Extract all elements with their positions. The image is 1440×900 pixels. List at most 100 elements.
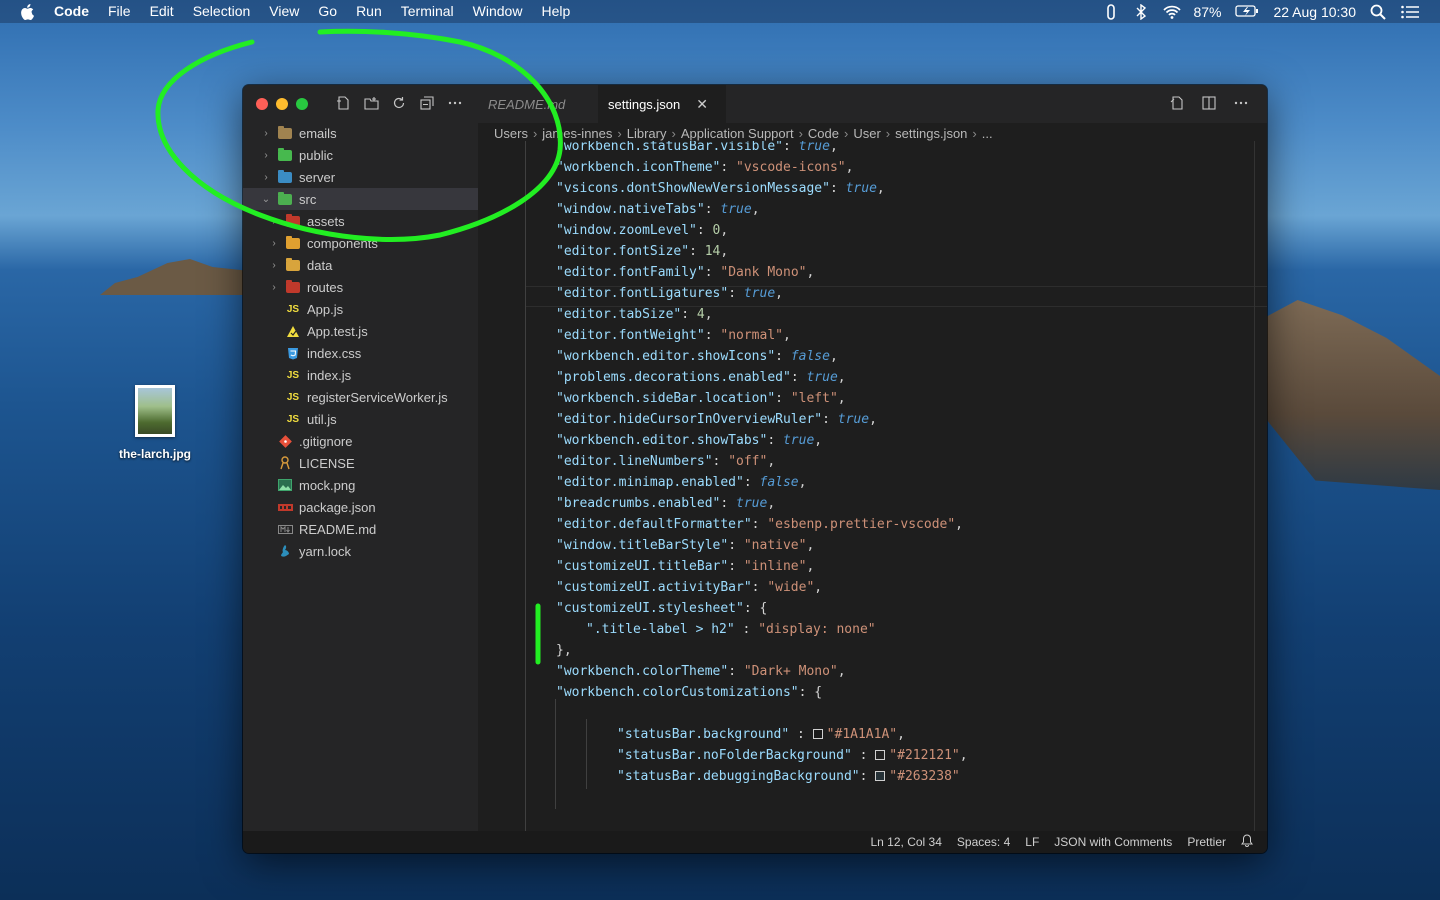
tree-folder-components[interactable]: › components	[243, 232, 478, 254]
menu-file[interactable]: File	[108, 0, 131, 23]
code-line[interactable]: "window.titleBarStyle": "native",	[556, 535, 814, 556]
tab-readme[interactable]: README.md	[478, 85, 598, 123]
paperclip-icon[interactable]	[1103, 3, 1119, 20]
tree-file-readme-md[interactable]: README.md	[243, 518, 478, 540]
code-line[interactable]: "workbench.sideBar.location": "left",	[556, 388, 846, 409]
open-settings-ui-icon[interactable]	[1169, 95, 1185, 111]
code-line[interactable]: "statusBar.noFolderBackground" : "#21212…	[617, 745, 968, 766]
apple-logo-icon[interactable]	[18, 3, 36, 21]
menu-run[interactable]: Run	[356, 0, 382, 23]
code-line[interactable]: "editor.tabSize": 4,	[556, 304, 713, 325]
language-mode[interactable]: JSON with Comments	[1054, 835, 1172, 849]
close-window-button[interactable]	[256, 98, 268, 110]
menu-edit[interactable]: Edit	[150, 0, 174, 23]
tree-folder-data[interactable]: › data	[243, 254, 478, 276]
code-line[interactable]: "problems.decorations.enabled": true,	[556, 367, 846, 388]
code-line[interactable]: "editor.lineNumbers": "off",	[556, 451, 775, 472]
code-line[interactable]: "customizeUI.activityBar": "wide",	[556, 577, 822, 598]
tree-folder-routes[interactable]: › routes	[243, 276, 478, 298]
tree-file-index-js[interactable]: JS index.js	[243, 364, 478, 386]
color-swatch[interactable]	[875, 750, 886, 760]
code-line[interactable]: "workbench.editor.showTabs": true,	[556, 430, 822, 451]
breadcrumb-item[interactable]: Application Support	[681, 126, 794, 141]
breadcrumb-item[interactable]: User	[853, 126, 880, 141]
code-line[interactable]: "editor.fontSize": 14,	[556, 241, 728, 262]
tree-file-register-service-worker-js[interactable]: JS registerServiceWorker.js	[243, 386, 478, 408]
tree-folder-server[interactable]: › server	[243, 166, 478, 188]
indentation-setting[interactable]: Spaces: 4	[957, 835, 1010, 849]
code-line[interactable]: "workbench.editor.showIcons": false,	[556, 346, 838, 367]
code-line[interactable]: "window.nativeTabs": true,	[556, 199, 760, 220]
code-line[interactable]: "breadcrumbs.enabled": true,	[556, 493, 775, 514]
code-line[interactable]: "editor.fontLigatures": true,	[556, 283, 783, 304]
refresh-explorer-icon[interactable]	[391, 95, 407, 111]
breadcrumb-item[interactable]: settings.json	[895, 126, 967, 141]
menu-selection[interactable]: Selection	[193, 0, 251, 23]
tree-folder-emails[interactable]: › emails	[243, 122, 478, 144]
tree-file-gitignore[interactable]: .gitignore	[243, 430, 478, 452]
wifi-icon[interactable]	[1163, 4, 1182, 20]
code-line[interactable]: "statusBar.background" : "#1A1A1A",	[617, 724, 905, 745]
code-line[interactable]: "editor.fontWeight": "normal",	[556, 325, 791, 346]
code-editor[interactable]: "workbench.statusBar.visible": true, "wor…	[478, 141, 1267, 831]
menu-terminal[interactable]: Terminal	[401, 0, 454, 23]
code-line[interactable]: "customizeUI.titleBar": "inline",	[556, 556, 814, 577]
breadcrumb-item[interactable]: Users	[494, 126, 528, 141]
menu-window[interactable]: Window	[473, 0, 523, 23]
menu-go[interactable]: Go	[318, 0, 337, 23]
notification-center-icon[interactable]	[1400, 4, 1420, 20]
code-line[interactable]: "editor.defaultFormatter": "esbenp.prett…	[556, 514, 963, 535]
more-actions-icon[interactable]	[447, 95, 463, 111]
close-tab-icon[interactable]: ✕	[696, 96, 708, 113]
code-line[interactable]: "editor.hideCursorInOverviewRuler": true…	[556, 409, 877, 430]
minimize-window-button[interactable]	[276, 98, 288, 110]
tree-file-app-test-js[interactable]: App.test.js	[243, 320, 478, 342]
zoom-window-button[interactable]	[296, 98, 308, 110]
tree-folder-public[interactable]: › public	[243, 144, 478, 166]
end-of-line[interactable]: LF	[1025, 835, 1039, 849]
menu-view[interactable]: View	[269, 0, 299, 23]
editor-more-actions-icon[interactable]	[1233, 95, 1249, 111]
color-swatch[interactable]	[875, 771, 886, 781]
tree-file-license[interactable]: LICENSE	[243, 452, 478, 474]
breadcrumb-item[interactable]: james-innes	[542, 126, 612, 141]
tree-file-app-js[interactable]: JS App.js	[243, 298, 478, 320]
code-line[interactable]: "editor.minimap.enabled": false,	[556, 472, 806, 493]
tree-file-mock-png[interactable]: mock.png	[243, 474, 478, 496]
split-editor-icon[interactable]	[1201, 95, 1217, 111]
menubar-datetime[interactable]: 22 Aug 10:30	[1273, 4, 1356, 20]
code-line[interactable]: "editor.fontFamily": "Dank Mono",	[556, 262, 814, 283]
menu-code[interactable]: Code	[54, 0, 89, 23]
code-line[interactable]: "workbench.colorTheme": "Dark+ Mono",	[556, 661, 846, 682]
bell-icon[interactable]	[1241, 834, 1253, 850]
tree-folder-src[interactable]: ⌄ src	[243, 188, 478, 210]
code-line[interactable]: "window.zoomLevel": 0,	[556, 220, 728, 241]
spotlight-search-icon[interactable]	[1370, 4, 1386, 20]
new-folder-icon[interactable]	[363, 95, 379, 111]
code-line[interactable]: "vsicons.dontShowNewVersionMessage": tru…	[556, 178, 885, 199]
breadcrumb-item[interactable]: Library	[627, 126, 667, 141]
code-line[interactable]: "workbench.colorCustomizations": {	[556, 682, 822, 703]
tree-file-index-css[interactable]: index.css	[243, 342, 478, 364]
code-line[interactable]: "customizeUI.stylesheet": {	[556, 598, 767, 619]
collapse-folders-icon[interactable]	[419, 95, 435, 111]
code-line[interactable]: "statusBar.debuggingBackground": "#26323…	[617, 766, 960, 787]
new-file-icon[interactable]	[335, 95, 351, 111]
code-line[interactable]: "workbench.statusBar.visible": true,	[556, 141, 838, 157]
code-line[interactable]: ".title-label > h2" : "display: none"	[586, 619, 876, 640]
tree-file-package-json[interactable]: package.json	[243, 496, 478, 518]
menu-help[interactable]: Help	[541, 0, 570, 23]
cursor-position[interactable]: Ln 12, Col 34	[871, 835, 942, 849]
formatter-status[interactable]: Prettier	[1187, 835, 1226, 849]
breadcrumb-item[interactable]: Code	[808, 126, 839, 141]
code-line[interactable]: },	[556, 640, 572, 661]
bluetooth-icon[interactable]	[1133, 3, 1149, 20]
tab-settings-json[interactable]: settings.json ✕	[598, 85, 726, 123]
tree-file-yarn-lock[interactable]: yarn.lock	[243, 540, 478, 562]
tree-folder-assets[interactable]: › assets	[243, 210, 478, 232]
color-swatch[interactable]	[812, 729, 823, 739]
breadcrumb-item[interactable]: ...	[982, 126, 993, 141]
desktop-file-icon[interactable]: the-larch.jpg	[110, 385, 200, 461]
code-line[interactable]: "workbench.iconTheme": "vscode-icons",	[556, 157, 853, 178]
battery-charging-icon[interactable]	[1235, 4, 1259, 20]
